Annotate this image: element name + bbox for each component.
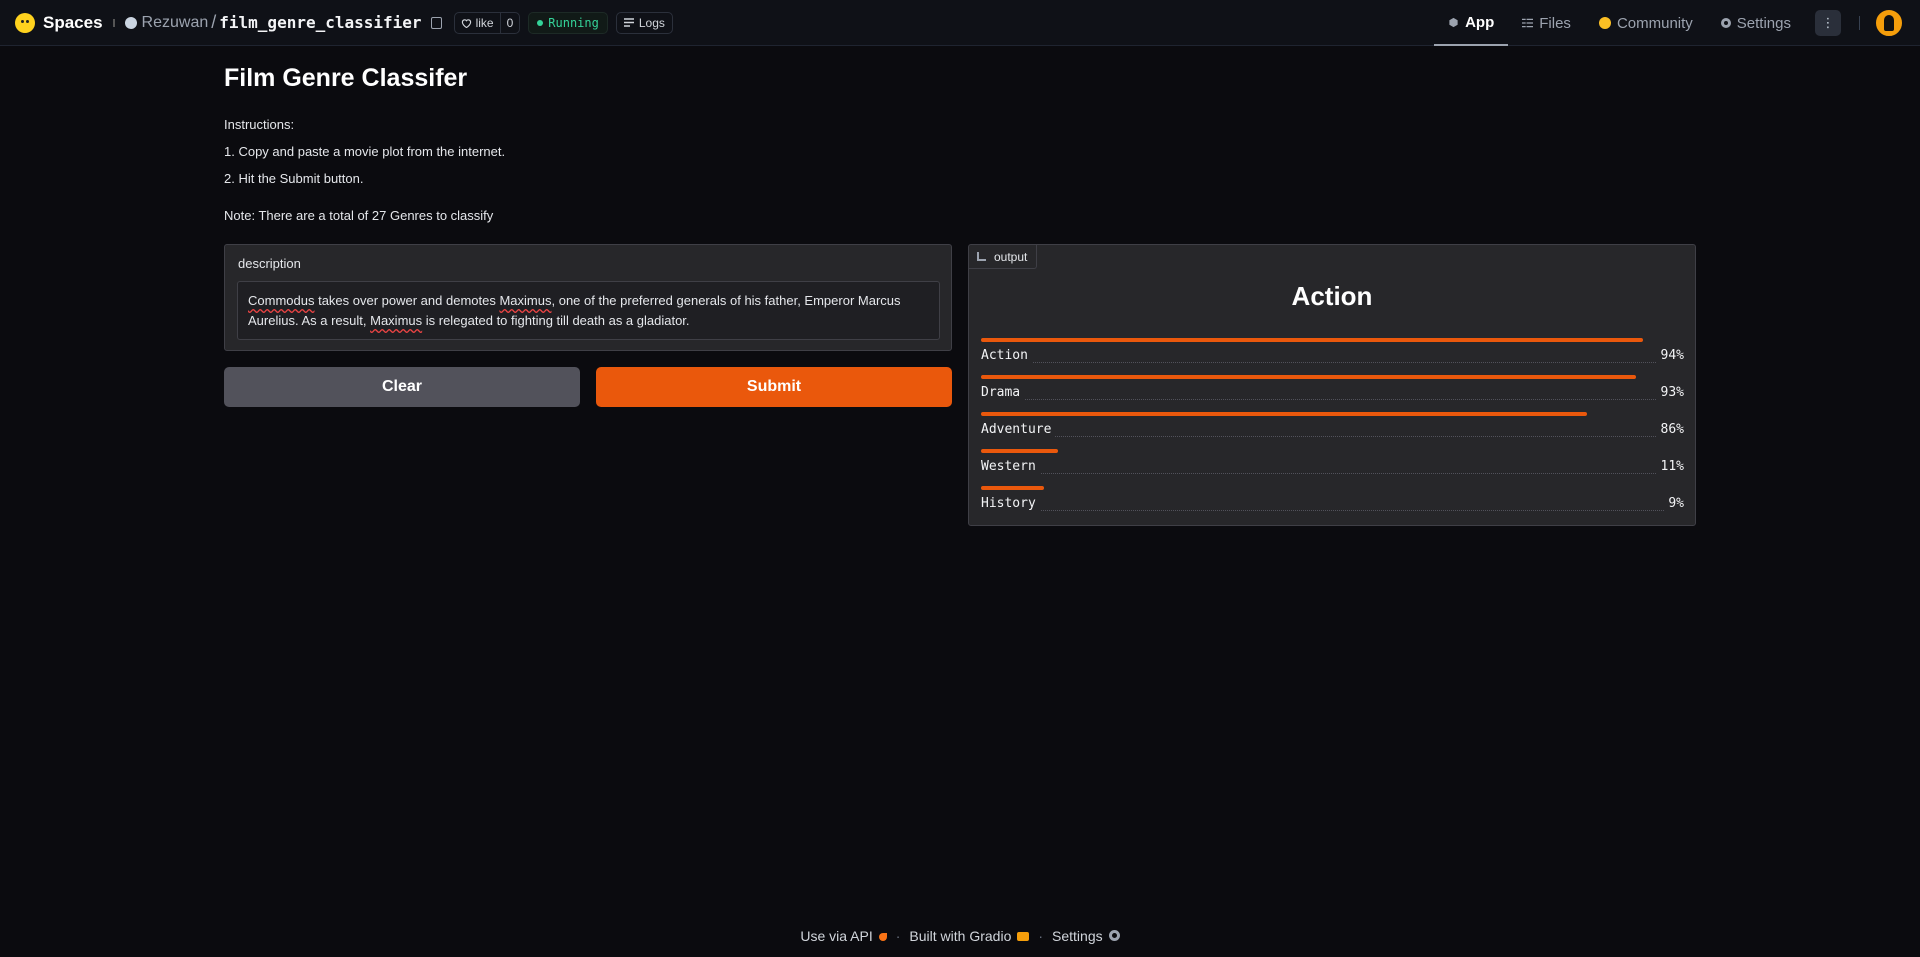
footer-separator: · [1038,928,1044,944]
gear-icon [1720,18,1731,28]
instruction-step-2: 2. Hit the Submit button. [224,171,364,186]
text-fragment: Maximus [370,313,423,328]
use-api-label: Use via API [800,928,873,944]
divider [1859,16,1860,30]
spaces-brand-link[interactable]: Spaces [15,12,103,33]
built-with-label: Built with Gradio [909,928,1012,944]
output-panel: output Action Action 94% Drama 93% Adventure… [968,244,1696,526]
submit-button[interactable]: Submit [596,367,952,407]
more-vertical-icon: ⋮ [1821,15,1835,30]
tab-community-label: Community [1616,14,1693,32]
genre-note: Note: There are a total of 27 Genres to … [224,208,494,223]
dotted-leader [981,399,1684,400]
logs-label: Logs [638,15,665,30]
tab-app-label: App [1465,13,1495,31]
text-fragment: is relegated to fighting till death as a… [422,313,690,328]
gradio-link[interactable]: Built with Gradio [909,928,1030,944]
dotted-leader [981,436,1684,437]
confidence-percent: 9% [1664,496,1684,511]
dotted-leader [981,510,1684,511]
confidence-percent: 94% [1656,348,1684,363]
owner-link[interactable]: Rezuwan [124,13,209,32]
logs-button[interactable]: Logs [615,11,673,34]
confidence-row: History 9% [981,486,1684,516]
clear-button[interactable]: Clear [224,367,580,407]
list-icon [623,18,634,27]
top-bar: Spaces Rezuwan / film_genre_classifier l… [0,0,1920,46]
footer-settings-link[interactable]: Settings [1052,928,1120,944]
confidence-label: Drama [981,385,1025,400]
instruction-step-1: 1. Copy and paste a movie plot from the … [224,144,506,159]
like-count: 0 [506,15,514,30]
tab-files-label: Files [1539,14,1571,32]
hugging-face-logo-icon [15,12,35,33]
gradio-logo-icon [1017,932,1030,941]
confidence-percent: 11% [1656,459,1684,474]
cube-icon [1449,17,1458,27]
tab-community[interactable]: Community [1585,0,1707,46]
copy-icon[interactable] [430,16,442,29]
chart-icon [977,252,986,261]
dotted-leader [981,362,1684,363]
confidence-bar [981,449,1058,453]
repo-name-link[interactable]: film_genre_classifier [219,13,421,32]
text-fragment: Maximus [499,293,552,308]
status-label: Running [548,15,599,30]
output-tag: output [969,245,1038,269]
status-dot-icon [537,19,544,26]
top-prediction: Action [1291,281,1373,311]
confidence-row: Adventure 86% [981,412,1684,442]
confidence-bar [981,375,1636,379]
tab-files[interactable]: Files [1508,0,1585,46]
brand-label: Spaces [43,12,103,32]
tab-settings[interactable]: Settings [1707,0,1805,46]
confidence-bar [981,412,1587,416]
like-button[interactable]: like 0 [453,11,521,34]
gear-icon [1108,930,1120,941]
confidence-label: Western [981,459,1040,474]
owner-name: Rezuwan [141,13,209,31]
more-options-button[interactable]: ⋮ [1815,10,1841,36]
space-nav: App Files Community Settings ⋮ [1434,0,1920,46]
divider [112,18,115,27]
rocket-icon [878,933,887,941]
output-tag-label: output [994,249,1028,264]
footer-separator: · [895,928,901,944]
path-separator: / [211,12,217,32]
description-label: description [238,256,301,271]
footer-settings-label: Settings [1052,928,1103,944]
heart-icon [461,18,471,28]
text-fragment: takes over power and demotes [314,293,500,308]
use-api-link[interactable]: Use via API [800,928,887,944]
description-panel: description Commodus takes over power an… [224,244,952,351]
community-icon [1598,17,1611,29]
user-avatar[interactable] [1876,10,1902,36]
confidence-row: Drama 93% [981,375,1684,405]
like-label: like [475,15,494,30]
tab-settings-label: Settings [1736,14,1791,32]
page-title: Film Genre Classifer [224,64,468,92]
confidence-row: Action 94% [981,338,1684,368]
confidence-label: Action [981,348,1032,363]
tab-app[interactable]: App [1434,0,1509,46]
confidence-label: History [981,496,1040,511]
status-badge[interactable]: Running [528,11,608,34]
confidence-percent: 86% [1656,422,1684,437]
footer: Use via API · Built with Gradio · Settin… [0,928,1920,944]
owner-avatar-icon [124,16,137,29]
confidence-percent: 93% [1656,385,1684,400]
confidence-bar [981,486,1044,490]
confidence-row: Western 11% [981,449,1684,479]
confidence-label: Adventure [981,422,1056,437]
files-icon [1522,18,1534,28]
dotted-leader [981,473,1684,474]
instructions-heading: Instructions: [224,117,295,132]
text-fragment: Commodus [248,293,315,308]
confidence-bar [981,338,1643,342]
description-textarea[interactable]: Commodus takes over power and demotes Ma… [237,281,940,340]
